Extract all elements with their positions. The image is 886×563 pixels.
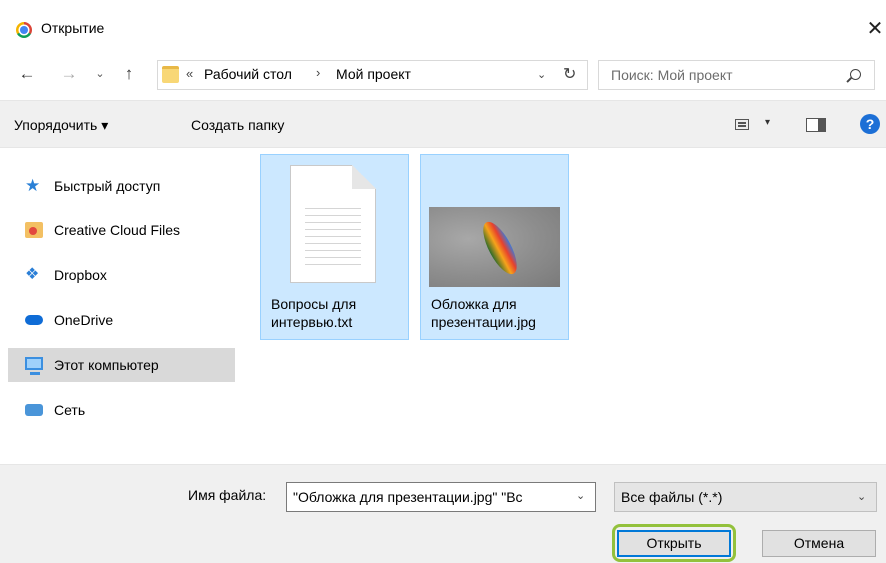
sidebar-item-dropbox[interactable]: ❖ Dropbox	[8, 258, 235, 292]
filename-field[interactable]: "Обложка для презентации.jpg" "Вс ⌄	[286, 482, 596, 512]
up-arrow-icon[interactable]: ↑	[118, 62, 140, 86]
filename-label: Имя файла:	[188, 487, 267, 503]
text-file-icon	[290, 165, 376, 283]
sidebar-item-label: Сеть	[54, 402, 86, 418]
sidebar-item-label: Быстрый доступ	[54, 178, 161, 194]
chrome-icon	[16, 22, 32, 38]
sidebar-item-network[interactable]: Сеть	[8, 393, 235, 427]
file-list: Вопросы для интервью.txt Обложка для пре…	[241, 148, 886, 464]
navigation-pane: ★ Быстрый доступ Creative Cloud Files ❖ …	[0, 148, 240, 464]
breadcrumb-separator-icon[interactable]: ›	[316, 65, 320, 80]
view-mode-icon[interactable]	[735, 119, 749, 130]
breadcrumb-desktop[interactable]: Рабочий стол	[204, 66, 292, 82]
dialog-title: Открытие	[41, 20, 105, 36]
kayak-image-detail	[476, 217, 524, 279]
new-folder-button[interactable]: Создать папку	[191, 117, 284, 133]
filetype-value: Все файлы (*.*)	[621, 489, 723, 505]
sidebar-item-this-pc[interactable]: Этот компьютер	[8, 348, 235, 382]
sidebar-item-onedrive[interactable]: OneDrive	[8, 303, 235, 337]
file-item-questions-txt[interactable]: Вопросы для интервью.txt	[260, 154, 409, 340]
quick-access-star-icon: ★	[25, 176, 41, 195]
close-button[interactable]: ✕	[864, 14, 886, 44]
search-placeholder: Поиск: Мой проект	[611, 67, 733, 83]
sidebar-item-label: Dropbox	[54, 267, 107, 283]
onedrive-icon	[25, 315, 43, 325]
file-open-dialog: Открытие ✕ ← → ⌄ ↑ « Рабочий стол › Мой …	[0, 0, 886, 563]
file-name-line: интервью.txt	[271, 314, 353, 330]
filename-value[interactable]: "Обложка для презентации.jpg" "Вс	[293, 489, 569, 507]
breadcrumb-my-project[interactable]: Мой проект	[336, 66, 411, 82]
image-thumbnail	[429, 207, 560, 287]
title-bar: Открытие ✕	[0, 0, 886, 48]
file-name-line: презентации.jpg	[431, 314, 536, 330]
organize-menu-button[interactable]: Упорядочить ▾	[14, 117, 108, 134]
text-lines-decoration	[305, 202, 361, 270]
help-icon[interactable]: ?	[860, 114, 880, 134]
network-icon	[25, 404, 43, 416]
dropbox-icon: ❖	[25, 266, 40, 283]
filetype-select[interactable]: Все файлы (*.*) ⌄	[614, 482, 877, 512]
preview-pane-icon[interactable]	[806, 118, 826, 132]
recent-locations-chevron-icon[interactable]: ⌄	[92, 62, 108, 86]
filetype-dropdown-icon[interactable]: ⌄	[857, 490, 866, 503]
this-pc-icon	[25, 357, 43, 375]
search-input[interactable]: Поиск: Мой проект	[598, 60, 875, 90]
navigation-bar: ← → ⌄ ↑ « Рабочий стол › Мой проект ⌄ ↻ …	[0, 48, 886, 100]
sidebar-item-creative-cloud[interactable]: Creative Cloud Files	[8, 213, 235, 247]
file-name-line: Обложка для	[431, 296, 517, 312]
address-bar[interactable]: « Рабочий стол › Мой проект ⌄ ↻	[157, 60, 588, 90]
cancel-button[interactable]: Отмена	[762, 530, 876, 557]
file-item-cover-jpg[interactable]: Обложка для презентации.jpg	[420, 154, 569, 340]
refresh-icon[interactable]: ↻	[563, 64, 576, 84]
sidebar-item-quick-access[interactable]: ★ Быстрый доступ	[8, 169, 235, 203]
view-mode-dropdown-icon[interactable]: ▾	[765, 117, 770, 128]
dialog-footer: Имя файла: "Обложка для презентации.jpg"…	[0, 464, 886, 563]
open-button[interactable]: Открыть	[617, 530, 731, 557]
address-dropdown-icon[interactable]: ⌄	[537, 68, 546, 81]
search-icon[interactable]	[850, 69, 861, 80]
command-toolbar: Упорядочить ▾ Создать папку ▾ ?	[0, 100, 886, 148]
filename-dropdown-icon[interactable]: ⌄	[576, 489, 585, 502]
file-name-line: Вопросы для	[271, 296, 357, 312]
sidebar-item-label: Creative Cloud Files	[54, 222, 181, 238]
file-name: Обложка для презентации.jpg	[431, 295, 563, 331]
creative-cloud-folder-icon	[25, 222, 43, 238]
back-arrow-icon[interactable]: ←	[16, 62, 38, 86]
sidebar-item-label: OneDrive	[54, 312, 114, 328]
breadcrumb-overflow-icon[interactable]: «	[186, 66, 193, 81]
file-name: Вопросы для интервью.txt	[271, 295, 403, 331]
forward-arrow-icon[interactable]: →	[58, 62, 80, 86]
sidebar-item-label: Этот компьютер	[54, 357, 159, 373]
folder-icon	[162, 66, 179, 83]
